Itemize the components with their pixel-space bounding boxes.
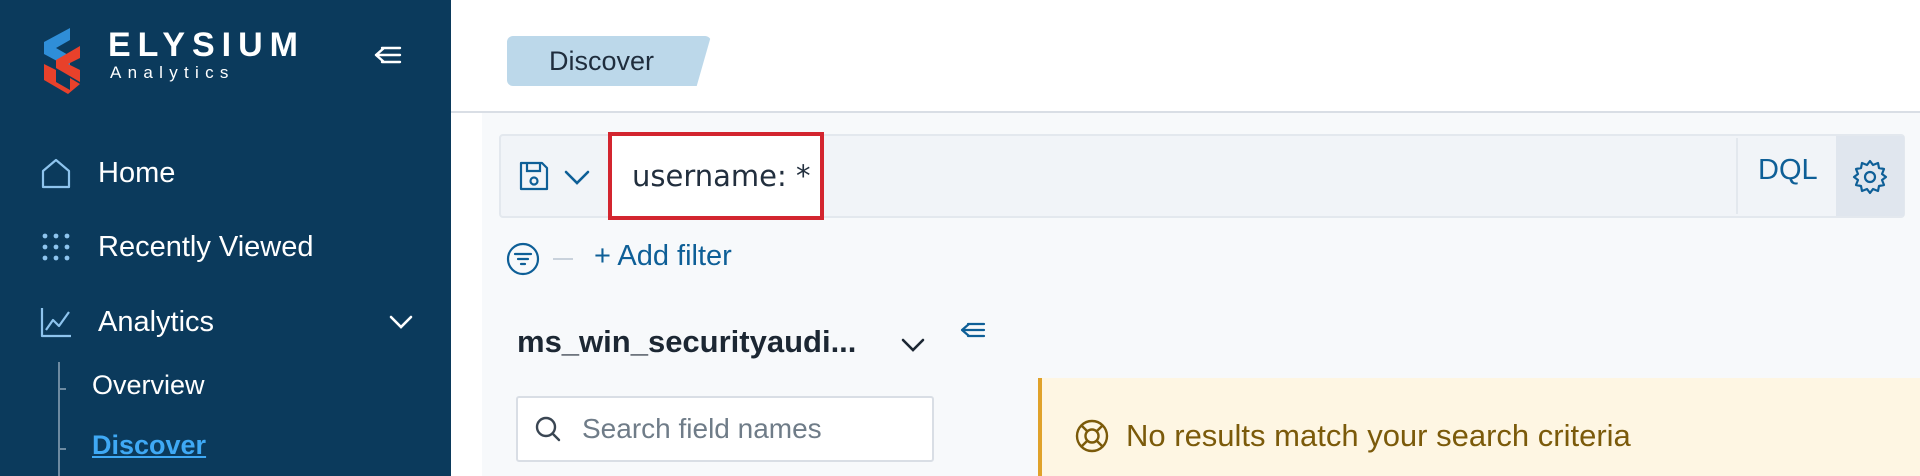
filter-separator xyxy=(553,258,573,260)
sidebar-item-label: Analytics xyxy=(98,305,215,338)
home-icon xyxy=(36,153,76,193)
collapse-sidebar-icon[interactable] xyxy=(956,316,990,344)
submenu-tick xyxy=(58,448,66,450)
field-search-box[interactable] xyxy=(516,396,934,462)
sidebar-item-label: Recently Viewed xyxy=(98,230,314,263)
submenu-tick xyxy=(58,388,66,390)
submenu-guide-line xyxy=(58,362,60,476)
query-settings-button[interactable] xyxy=(1836,136,1904,216)
divider xyxy=(1736,138,1738,214)
chevron-down-icon[interactable] xyxy=(898,330,928,360)
collapse-sidebar-icon[interactable] xyxy=(368,40,408,70)
sidebar-item-recently-viewed[interactable]: Recently Viewed xyxy=(36,222,313,272)
brand-name: ELYSIUM xyxy=(108,26,306,64)
grid-dots-icon xyxy=(36,227,76,267)
sidebar-subitem-overview[interactable]: Overview xyxy=(92,370,205,401)
filter-options-icon[interactable] xyxy=(506,242,540,276)
query-input[interactable]: username: * xyxy=(608,132,824,220)
breadcrumb-discover[interactable]: Discover xyxy=(507,36,711,86)
chevron-down-icon[interactable] xyxy=(562,164,592,190)
field-search-input[interactable] xyxy=(582,413,922,445)
query-language-button[interactable]: DQL xyxy=(1758,154,1818,187)
line-chart-icon xyxy=(36,302,76,342)
index-pattern-selector[interactable]: ms_win_securityaudi... xyxy=(517,324,856,360)
sidebar-item-analytics[interactable]: Analytics xyxy=(36,297,416,347)
brand-subtitle: Analytics xyxy=(110,63,235,82)
sidebar: ELYSIUM Analytics Home Recently Viewed A… xyxy=(0,0,451,476)
gear-icon xyxy=(1852,159,1888,195)
no-results-message: No results match your search criteria xyxy=(1126,418,1631,453)
sidebar-subitem-discover[interactable]: Discover xyxy=(92,430,206,461)
sidebar-item-home[interactable]: Home xyxy=(36,148,175,198)
chevron-down-icon xyxy=(389,315,413,329)
search-icon xyxy=(518,409,578,449)
add-filter-button[interactable]: + Add filter xyxy=(594,240,732,273)
help-lifebuoy-icon xyxy=(1075,419,1109,453)
sidebar-item-label: Home xyxy=(98,156,176,189)
save-icon[interactable] xyxy=(516,158,552,194)
